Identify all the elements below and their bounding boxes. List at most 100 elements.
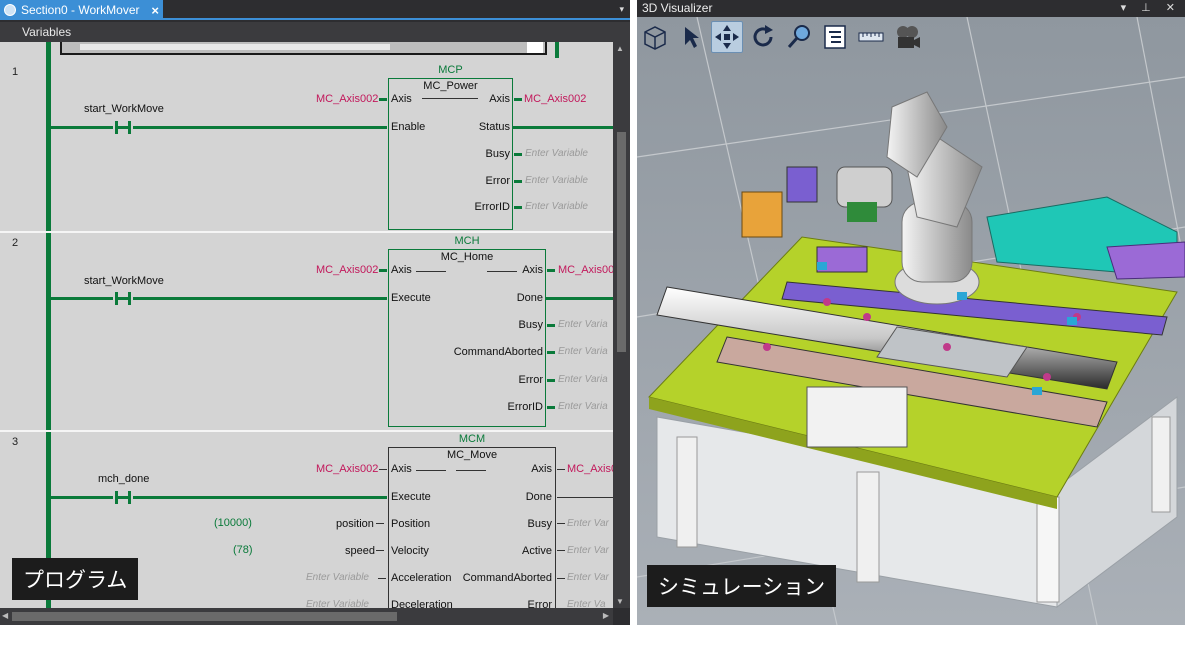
output-variable-placeholder[interactable]: Enter Varia [558,374,608,385]
fb-instance-name[interactable]: MCP [388,64,513,76]
fb-input-pin: Velocity [391,545,429,557]
output-variable-placeholder[interactable]: Enter Va [567,599,606,608]
zoom-icon[interactable] [783,21,815,53]
pin-connector [547,324,555,327]
fb-instance-name[interactable]: MCH [388,235,546,247]
window-controls-icon[interactable]: ▾ ⊥ ✕ [1121,0,1181,17]
rung-number: 1 [12,66,19,78]
rung-connector [555,42,559,58]
fb-output-pin: Error [518,374,543,386]
fb-output-pin: Busy [518,319,543,331]
input-variable[interactable]: speed [345,545,375,557]
output-variable-placeholder[interactable]: Enter Variable [525,148,588,159]
ladder-section-icon [4,4,16,16]
pin-connector [547,351,555,354]
scroll-down-icon[interactable]: ▼ [616,597,624,606]
output-variable-placeholder[interactable]: Enter Varia [558,401,608,412]
input-variable-placeholder[interactable]: Enter Variable [306,599,369,608]
output-variable-placeholder[interactable]: Enter Var [567,518,609,529]
scroll-up-icon[interactable]: ▲ [616,44,624,53]
scroll-left-icon[interactable]: ◀ [2,611,8,620]
rung-separator [0,430,613,432]
pin-connector [379,469,387,470]
rung-wire [546,297,613,300]
rung-wire [133,496,379,499]
output-variable-placeholder[interactable]: Enter Var [567,545,609,556]
fb-output-pin: Active [522,545,552,557]
visualizer-title: 3D Visualizer [642,1,713,15]
output-variable-placeholder[interactable]: Enter Variable [525,175,588,186]
program-caption: プログラム [12,558,139,600]
pin-connector [514,153,522,156]
fb-instance-name[interactable]: MCM [388,433,556,445]
fb-output-pin: Status [478,121,510,133]
no-contact[interactable] [113,292,133,305]
output-variable-placeholder[interactable]: Enter Varia [558,319,608,330]
fb-output-pin: Busy [527,518,552,530]
visualizer-title-bar: 3D Visualizer ▾ ⊥ ✕ [637,0,1185,17]
vertical-scrollbar[interactable]: ▲ ▼ [613,42,630,608]
pin-connector [557,469,565,470]
document-tab-bar: Section0 - WorkMover × ▾ [0,0,630,20]
pin-connector [547,269,555,272]
input-variable[interactable]: position [336,518,374,530]
view-cube-icon[interactable] [639,21,671,53]
fb-input-pin: Position [391,518,431,530]
rung-separator [0,231,613,233]
fb-input-pin: Axis [391,463,412,475]
select-arrow-icon[interactable] [675,21,707,53]
object-list-icon[interactable] [819,21,851,53]
output-variable[interactable]: MC_Axis002 [524,93,586,105]
record-video-icon[interactable] [891,21,923,53]
tab-section0-workmover[interactable]: Section0 - WorkMover × [0,0,163,20]
input-variable[interactable]: MC_Axis002 [316,93,378,105]
pin-connector [376,550,384,551]
previous-rung-block [60,42,547,55]
close-tab-icon[interactable]: × [151,3,159,18]
scrollbar-thumb[interactable] [12,612,397,621]
3d-visualizer-pane: 3D Visualizer ▾ ⊥ ✕ シミュレーション [637,0,1185,625]
scrollbar-thumb[interactable] [617,132,626,352]
input-variable-placeholder[interactable]: Enter Variable [306,572,369,583]
tab-label: Section0 - WorkMover [21,3,140,17]
contact-label: start_WorkMove [84,103,164,115]
tab-dropdown-icon[interactable]: ▾ [619,4,624,15]
output-variable[interactable]: MC_Axis0 [567,463,613,475]
rotate-icon[interactable] [747,21,779,53]
no-contact[interactable] [113,491,133,504]
pin-connector [379,297,387,300]
rung-wire [133,297,379,300]
pin-connector [379,269,387,272]
ladder-diagram[interactable]: 1 start_WorkMove MCP MC_Power MC_Axis002… [0,42,613,608]
variables-header[interactable]: Variables [0,22,630,42]
horizontal-scrollbar[interactable]: ◀ ▶ [0,608,613,625]
pin-connector [557,550,565,551]
pin-connector [379,496,387,499]
fb-input-pin: Execute [391,292,431,304]
no-contact[interactable] [113,121,133,134]
rung-wire [513,126,613,129]
output-variable-placeholder[interactable]: Enter Varia [558,346,608,357]
fb-output-pin: Busy [485,148,510,160]
pin-connector [379,126,387,129]
fb-output-pin: Done [516,292,543,304]
fb-output-pin: Axis [522,264,543,276]
pin-connector [547,379,555,382]
output-variable-placeholder[interactable]: Enter Variable [525,201,588,212]
fb-output-pin: Error [485,175,510,187]
fb-output-pin: ErrorID [474,201,510,213]
fb-output-pin: CommandAborted [462,572,552,584]
input-variable[interactable]: MC_Axis002 [316,463,378,475]
output-variable[interactable]: MC_Axis00 [558,264,613,276]
rung-wire [51,297,113,300]
fb-type-name: MC_Move [446,449,498,461]
output-variable-placeholder[interactable]: Enter Var [567,572,609,583]
fb-type-name: MC_Power [423,80,478,92]
pan-icon[interactable] [711,21,743,53]
simulation-viewport[interactable] [637,17,1185,625]
fb-output-pin: ErrorID [507,401,543,413]
input-variable[interactable]: MC_Axis002 [316,264,378,276]
measure-icon[interactable] [855,21,887,53]
variable-current-value: (10000) [214,517,252,529]
scroll-right-icon[interactable]: ▶ [603,611,609,620]
